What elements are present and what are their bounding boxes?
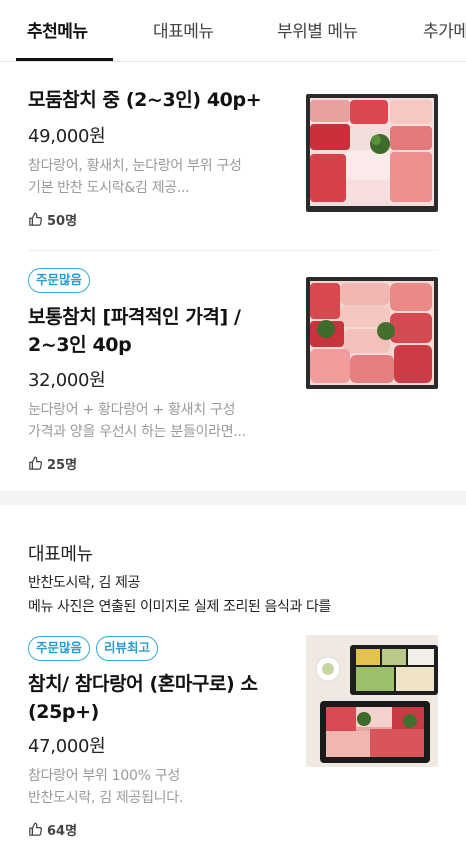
item-price: 32,000원 [28,370,106,391]
menu-item[interactable]: 주문많음 보통참치 [파격적인 가격] /2~3인 40p 32,000원 눈다… [0,251,466,491]
likes-count: 50명 [28,210,77,229]
menu-tab-bar: 추천메뉴 대표메뉴 부위별 메뉴 추가메 [0,0,466,62]
likes-count: 25명 [28,454,77,473]
thumbs-up-icon [29,212,43,226]
section-info-line: 반찬도시락, 김 제공 [28,575,140,591]
best-review-badge: 리뷰최고 [96,636,159,661]
thumbs-up-icon [29,822,43,836]
menu-item[interactable]: 주문많음 리뷰최고 참치/ 참다랑어 (혼마구로) 소 (25p+) 47,000… [0,620,466,847]
tab-recommended[interactable]: 추천메뉴 [27,17,88,42]
tab-by-part[interactable]: 부위별 메뉴 [277,17,358,42]
item-title: 모둠참치 중 (2~3인) 40p+ [28,89,262,111]
menu-item-photo [306,277,438,389]
popular-badge: 주문많음 [28,268,91,293]
tab-extra[interactable]: 추가메 [423,17,466,42]
item-description: 참다랑어 부위 100% 구성 반찬도시락, 김 제공됩니다. [28,768,183,806]
item-title: 참치/ 참다랑어 (혼마구로) 소 (25p+) [28,673,258,723]
likes-count: 64명 [28,820,77,839]
item-price: 49,000원 [28,126,106,147]
popular-badge: 주문많음 [28,636,91,661]
thumbs-up-icon [29,456,43,470]
tab-signature[interactable]: 대표메뉴 [153,17,214,42]
section-separator [0,491,466,505]
section-notice-line: 메뉴 사진은 연출된 이미지로 실제 조리된 음식과 다를 [28,599,331,615]
menu-item-photo [306,635,438,767]
section-title: 대표메뉴 [28,544,93,565]
item-description: 참다랑어, 황새치, 눈다랑어 부위 구성 기본 반찬 도시락&김 제공... [28,158,242,196]
menu-item[interactable]: 모둠참치 중 (2~3인) 40p+ 49,000원 참다랑어, 황새치, 눈다… [0,62,466,250]
item-price: 47,000원 [28,736,106,757]
menu-item-photo [306,94,438,212]
item-title: 보통참치 [파격적인 가격] /2~3인 40p [28,306,241,356]
item-description: 눈다랑어 + 황다랑어 + 황새치 구성 가격과 양을 우선시 하는 분들이라면.… [28,402,246,440]
